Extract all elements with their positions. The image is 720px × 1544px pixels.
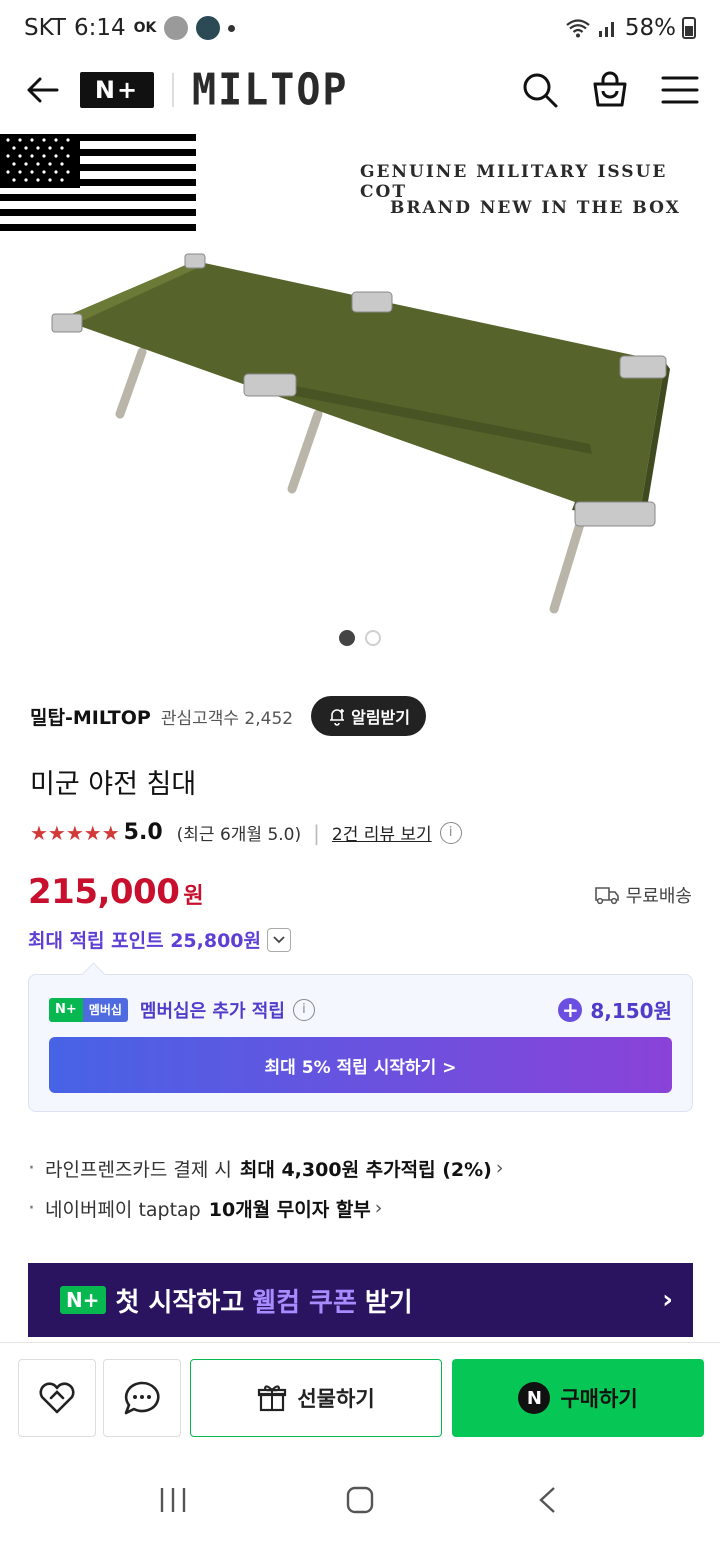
rating-divider: |	[313, 820, 320, 845]
app-notification-icon	[196, 16, 221, 40]
bell-plus-icon	[330, 709, 345, 726]
wifi-icon	[566, 19, 590, 38]
welcome-text: 첫 시작하고	[115, 1287, 245, 1318]
us-flag-image	[0, 134, 196, 236]
benefit-text: 네이버페이 taptap	[45, 1198, 201, 1221]
chevron-right-icon: ›	[662, 1285, 673, 1315]
benefit-text: 라인프렌즈카드 결제 시	[45, 1158, 232, 1181]
benefit-card[interactable]: 라인프렌즈카드 결제 시 최대 4,300원 추가적립 (2%) ›	[28, 1148, 503, 1188]
back-chevron-icon	[538, 1487, 555, 1513]
welcome-text-end: 받기	[364, 1287, 413, 1318]
image-pagination	[0, 630, 720, 646]
status-bar: SKT 6:14 OK 58%	[0, 0, 720, 56]
price-currency: 원	[183, 884, 204, 909]
chat-notification-icon	[164, 16, 189, 40]
benefit-highlight: 최대 4,300원 추가적립 (2%)	[239, 1158, 492, 1181]
info-icon[interactable]: i	[439, 821, 462, 844]
gift-button-label: 선물하기	[297, 1387, 375, 1411]
system-back-button[interactable]	[517, 1470, 577, 1530]
rating-stars: ★★★★★	[30, 820, 120, 845]
rating-row: ★★★★★ 5.0 (최근 6개월 5.0) | 2건 리뷰 보기 i	[30, 820, 462, 845]
system-nav-bar	[0, 1456, 720, 1544]
membership-info-icon[interactable]: i	[292, 998, 315, 1021]
menu-button[interactable]	[660, 70, 700, 110]
max-points[interactable]: 최대 적립 포인트 25,800원	[28, 926, 292, 953]
home-button[interactable]	[330, 1470, 390, 1530]
army-cot-image	[51, 253, 670, 527]
membership-text: 멤버십은 추가 적립	[139, 1000, 285, 1022]
buy-button[interactable]: N 구매하기	[452, 1359, 704, 1437]
naver-pay-icon: N	[518, 1382, 551, 1414]
plus-icon: +	[558, 997, 583, 1022]
price: 215,000 원	[28, 872, 204, 912]
membership-amount-value: 8,150원	[590, 999, 672, 1023]
rating-score: 5.0	[123, 820, 163, 845]
price-value: 215,000	[28, 872, 180, 912]
clock: 6:14	[73, 15, 126, 41]
store-row: 밀탑-MILTOP 관심고객수 2,452 알림받기	[30, 696, 426, 736]
nplus-store-badge[interactable]: N+	[80, 72, 154, 108]
shipping-info: 무료배송	[594, 882, 692, 908]
membership-card: N+ 멤버십 멤버십은 추가 적립 i + 8,150원 최대 5% 적립 시작…	[28, 974, 693, 1112]
recent-rating: (최근 6개월 5.0)	[176, 825, 302, 845]
chat-button[interactable]	[103, 1359, 181, 1437]
wishlist-button[interactable]	[18, 1359, 96, 1437]
recent-apps-icon	[161, 1488, 186, 1512]
back-button[interactable]	[20, 68, 64, 112]
battery-icon	[682, 17, 696, 39]
bottom-action-bar: 선물하기 N 구매하기	[0, 1342, 720, 1452]
truck-icon	[594, 887, 619, 905]
store-logo[interactable]: MILTOP	[192, 65, 349, 116]
heart-icon	[39, 1382, 75, 1414]
max-points-label: 최대 적립 포인트 25,800원	[28, 930, 262, 952]
carrier: SKT	[24, 15, 66, 41]
nplus-badge: N+	[49, 997, 83, 1022]
hamburger-menu-icon	[661, 76, 699, 104]
shopping-bag-icon	[593, 71, 627, 107]
buy-button-label: 구매하기	[560, 1387, 638, 1411]
ok-indicator: OK	[133, 20, 157, 36]
welcome-highlight: 웰컴 쿠폰	[252, 1287, 357, 1318]
page-dot[interactable]	[365, 630, 381, 646]
app-header: N+ MILTOP	[0, 56, 720, 124]
signal-icon	[598, 22, 614, 37]
product-image[interactable]: GENUINE MILITARY ISSUE COT BRAND NEW IN …	[0, 124, 720, 660]
benefit-highlight: 10개월 무이자 할부	[208, 1198, 371, 1221]
gift-button[interactable]: 선물하기	[190, 1359, 442, 1437]
search-button[interactable]	[520, 70, 560, 110]
search-icon	[523, 73, 558, 108]
store-name[interactable]: 밀탑-MILTOP	[30, 703, 151, 730]
gift-icon	[258, 1385, 287, 1412]
chat-bubble-icon	[124, 1381, 160, 1415]
start-membership-button[interactable]: 최대 5% 적립 시작하기 >	[49, 1037, 672, 1093]
notify-button[interactable]: 알림받기	[311, 696, 426, 736]
nplus-badge: N+	[60, 1286, 106, 1314]
membership-badge: N+ 멤버십	[49, 997, 128, 1022]
chevron-down-icon[interactable]	[267, 927, 292, 952]
shipping-label: 무료배송	[625, 886, 692, 907]
recent-apps-button[interactable]	[143, 1470, 203, 1530]
product-title: 미군 야전 침대	[30, 769, 197, 800]
benefit-installment[interactable]: 네이버페이 taptap 10개월 무이자 할부 ›	[28, 1188, 503, 1228]
more-notifications-icon	[228, 24, 236, 32]
store-follower-count: 관심고객수 2,452	[160, 708, 294, 729]
review-link[interactable]: 2건 리뷰 보기	[332, 820, 432, 845]
home-icon	[346, 1486, 374, 1514]
membership-badge-label: 멤버십	[82, 997, 128, 1022]
chevron-right-icon: ›	[495, 1157, 504, 1179]
cart-button[interactable]	[590, 70, 630, 110]
battery-percent: 58%	[624, 15, 676, 41]
image-caption-line1: GENUINE MILITARY ISSUE COT	[360, 162, 668, 202]
back-arrow-icon	[27, 77, 59, 103]
benefits-list: 라인프렌즈카드 결제 시 최대 4,300원 추가적립 (2%) › 네이버페이…	[28, 1148, 503, 1228]
welcome-coupon-banner[interactable]: N+ 첫 시작하고 웰컴 쿠폰 받기 ›	[28, 1263, 693, 1337]
image-caption-line2: BRAND NEW IN THE BOX	[390, 198, 681, 218]
page-dot-active[interactable]	[339, 630, 355, 646]
chevron-right-icon: ›	[374, 1197, 383, 1219]
header-divider	[172, 73, 174, 107]
notify-button-label: 알림받기	[351, 708, 410, 727]
membership-amount: + 8,150원	[558, 995, 672, 1024]
